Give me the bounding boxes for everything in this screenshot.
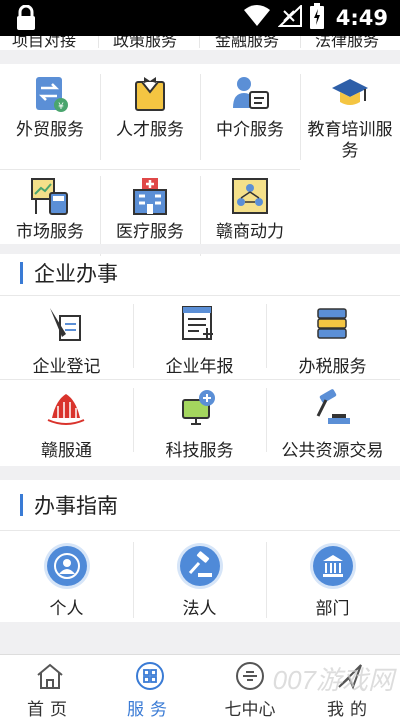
cut-item-4[interactable]: 法律服务 — [315, 36, 379, 50]
signal-icon — [277, 3, 302, 31]
svg-text:¥: ¥ — [58, 102, 64, 112]
tab-label: 七中心 — [224, 700, 276, 720]
guide-label: 个人 — [49, 599, 84, 619]
market-icon — [30, 176, 70, 216]
gavel-icon — [180, 546, 220, 586]
status-bar: 4:49 — [0, 0, 400, 36]
guide-department[interactable]: 部门 — [266, 542, 399, 622]
service-label: 市场服务 — [16, 222, 84, 242]
cut-item-3[interactable]: 金融服务 — [215, 36, 279, 50]
home-icon — [35, 661, 65, 691]
enterprise-public-resource[interactable]: 公共资源交易 — [266, 388, 399, 468]
section-title: 办事指南 — [34, 494, 118, 518]
merchant-icon — [230, 176, 270, 216]
guide-person[interactable]: 个人 — [0, 542, 133, 622]
tab-service[interactable]: 服务 — [100, 655, 200, 720]
section-accent-bar — [20, 494, 23, 516]
section-header-guide: 办事指南 — [0, 480, 400, 530]
partial-service-row: 项目对接 政策服务 金融服务 法律服务 — [0, 36, 400, 50]
hospital-icon — [130, 176, 170, 216]
enterprise-tax[interactable]: 办税服务 — [266, 304, 399, 384]
service-label: 赣商动力 — [216, 222, 284, 242]
section-gap — [0, 622, 400, 654]
enterprise-label: 办税服务 — [298, 357, 367, 377]
service-icon — [135, 661, 165, 691]
guide-label: 法人 — [182, 599, 217, 619]
tab-label: 首页 — [27, 700, 73, 720]
service-scroll-area[interactable]: 项目对接 政策服务 金融服务 法律服务 ¥ 外贸服务 人才服务 中介服务 教育培… — [0, 36, 400, 654]
wifi-icon — [243, 5, 270, 31]
enterprise-annual-report[interactable]: 企业年报 — [133, 304, 266, 384]
lock-icon — [16, 4, 36, 35]
section-header-enterprise: 企业办事 — [0, 248, 400, 298]
service-trade[interactable]: ¥ 外贸服务 — [0, 74, 100, 174]
service-label: 人才服务 — [116, 120, 184, 140]
tab-label: 我的 — [327, 700, 373, 720]
service-agency[interactable]: 中介服务 — [200, 74, 300, 174]
register-icon — [46, 304, 86, 344]
tab-label: 服务 — [127, 700, 173, 720]
annual-report-icon — [179, 304, 219, 344]
center-icon — [235, 661, 265, 691]
service-label: 中介服务 — [216, 120, 284, 140]
education-icon — [330, 74, 370, 114]
enterprise-tech[interactable]: 科技服务 — [133, 388, 266, 468]
tax-icon — [312, 304, 352, 344]
enterprise-label: 科技服务 — [165, 441, 234, 461]
enterprise-label: 企业年报 — [165, 357, 234, 377]
section-gap — [0, 466, 400, 480]
building-icon — [313, 546, 353, 586]
cut-item-1[interactable]: 项目对接 — [12, 36, 76, 50]
ganfutong-icon — [46, 388, 86, 428]
trade-icon: ¥ — [30, 74, 70, 114]
battery-icon — [309, 3, 324, 33]
clock: 4:49 — [335, 6, 388, 30]
enterprise-label: 企业登记 — [32, 357, 101, 377]
tab-home[interactable]: 首页 — [0, 655, 100, 720]
section-gap — [0, 50, 400, 64]
service-label: 外贸服务 — [16, 120, 84, 140]
auction-icon — [312, 388, 352, 428]
service-label: 教育培训服务 — [307, 120, 393, 161]
service-talent[interactable]: 人才服务 — [100, 74, 200, 174]
enterprise-register[interactable]: 企业登记 — [0, 304, 133, 384]
guide-label: 部门 — [315, 599, 350, 619]
service-education[interactable]: 教育培训服务 — [300, 74, 400, 199]
agency-icon — [230, 74, 270, 114]
watermark: 007游戏网 — [272, 665, 394, 695]
section-accent-bar — [20, 262, 23, 284]
tech-icon — [179, 388, 219, 428]
enterprise-label: 公共资源交易 — [281, 441, 384, 461]
enterprise-label: 赣服通 — [41, 441, 92, 461]
person-icon — [47, 546, 87, 586]
guide-legal-person[interactable]: 法人 — [133, 542, 266, 622]
talent-icon — [130, 74, 170, 114]
enterprise-ganfutong[interactable]: 赣服通 — [0, 388, 133, 468]
cut-item-2[interactable]: 政策服务 — [113, 36, 177, 50]
section-title: 企业办事 — [34, 262, 118, 286]
service-label: 医疗服务 — [116, 222, 184, 242]
